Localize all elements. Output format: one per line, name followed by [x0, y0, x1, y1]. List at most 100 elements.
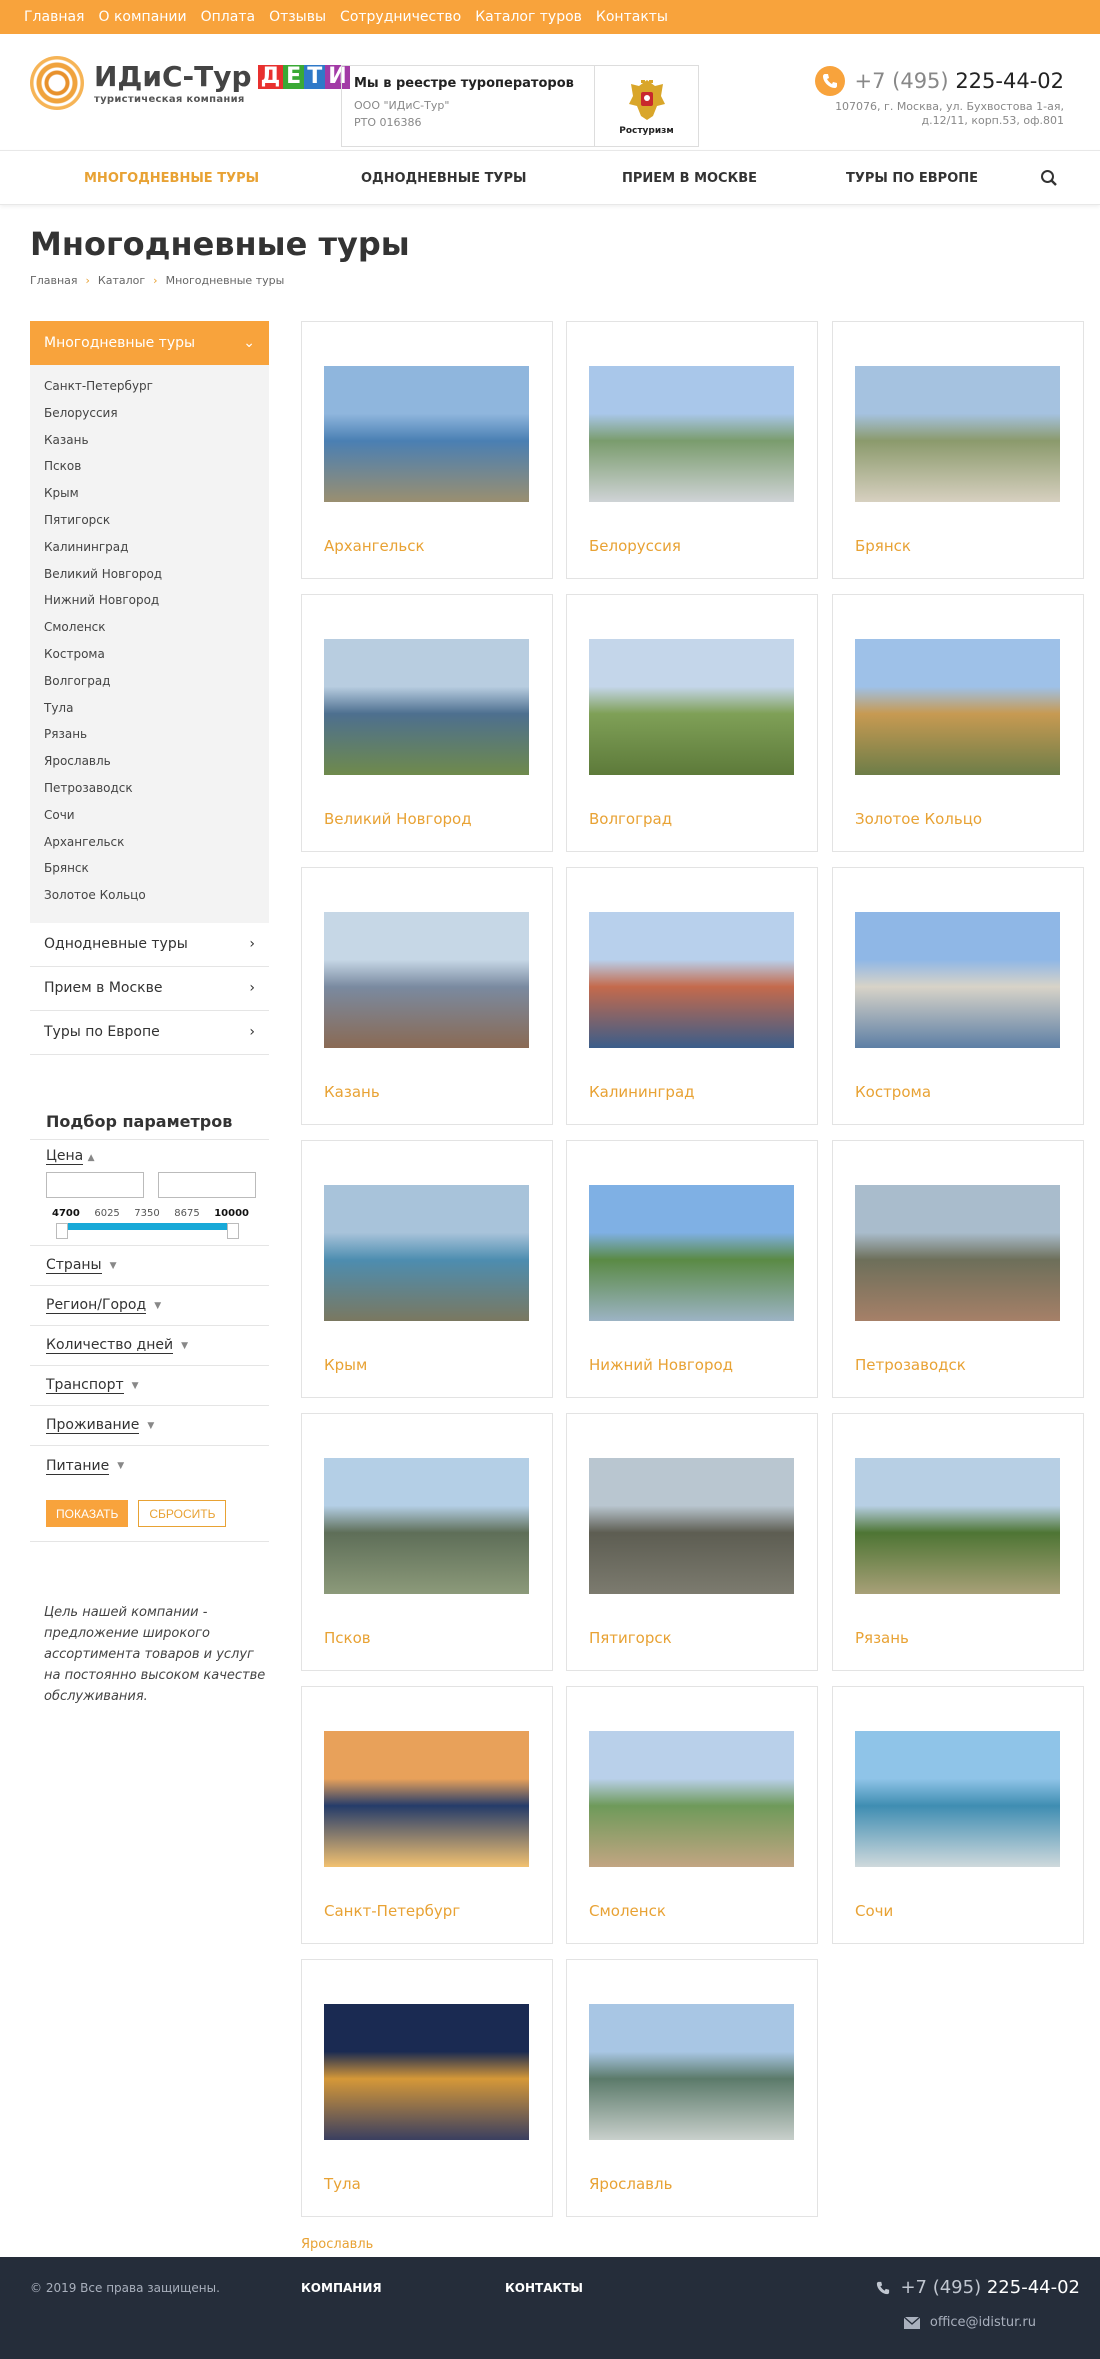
submenu-item[interactable]: Казань: [44, 427, 269, 454]
tour-name[interactable]: Ярославль: [589, 2175, 672, 2193]
tour-name[interactable]: Золотое Кольцо: [855, 810, 982, 828]
submenu-item[interactable]: Крым: [44, 480, 269, 507]
tour-photo[interactable]: [324, 1185, 529, 1321]
tour-photo[interactable]: [324, 1731, 529, 1867]
tour-name[interactable]: Крым: [324, 1356, 367, 1374]
tour-card[interactable]: Брянск: [832, 321, 1084, 579]
footer-nav-company[interactable]: КОМПАНИЯ: [301, 2281, 382, 2295]
tour-card[interactable]: Петрозаводск: [832, 1140, 1084, 1398]
tour-card[interactable]: Казань: [301, 867, 553, 1125]
sidebar-item-multi-day[interactable]: Многодневные туры ⌄: [30, 321, 269, 365]
submenu-item[interactable]: Белоруссия: [44, 400, 269, 427]
tour-name[interactable]: Кострома: [855, 1083, 931, 1101]
submenu-item[interactable]: Рязань: [44, 721, 269, 748]
top-link-payment[interactable]: Оплата: [201, 9, 255, 25]
price-min-input[interactable]: [46, 1172, 144, 1198]
tour-card[interactable]: Смоленск: [566, 1686, 818, 1944]
tour-photo[interactable]: [589, 2004, 794, 2140]
tour-card[interactable]: Золотое Кольцо: [832, 594, 1084, 852]
submenu-item[interactable]: Великий Новгород: [44, 561, 269, 588]
filter-region[interactable]: Регион/Город ▼: [30, 1286, 269, 1326]
tour-photo[interactable]: [589, 639, 794, 775]
tour-photo[interactable]: [324, 639, 529, 775]
tour-card[interactable]: Калининград: [566, 867, 818, 1125]
filter-days[interactable]: Количество дней ▼: [30, 1326, 269, 1366]
price-max-input[interactable]: [158, 1172, 256, 1198]
operator-registry-box[interactable]: Мы в реестре туроператоров ООО "ИДиС-Тур…: [341, 65, 699, 147]
sidebar-item-moscow[interactable]: Прием в Москве ›: [30, 967, 269, 1011]
tour-photo[interactable]: [324, 1458, 529, 1594]
tour-photo[interactable]: [324, 912, 529, 1048]
nav-moscow-reception[interactable]: ПРИЕМ В МОСКВЕ: [622, 151, 757, 206]
tour-name[interactable]: Санкт-Петербург: [324, 1902, 460, 1920]
nav-multi-day-tours[interactable]: МНОГОДНЕВНЫЕ ТУРЫ: [84, 151, 259, 206]
tour-photo[interactable]: [855, 1731, 1060, 1867]
tour-name[interactable]: Архангельск: [324, 537, 425, 555]
submenu-item[interactable]: Псков: [44, 453, 269, 480]
tour-name[interactable]: Рязань: [855, 1629, 909, 1647]
search-icon[interactable]: [1040, 169, 1058, 187]
nav-one-day-tours[interactable]: ОДНОДНЕВНЫЕ ТУРЫ: [361, 151, 526, 206]
breadcrumb-home[interactable]: Главная: [30, 274, 78, 287]
tour-photo[interactable]: [324, 366, 529, 502]
tour-card[interactable]: Великий Новгород: [301, 594, 553, 852]
top-link-reviews[interactable]: Отзывы: [269, 9, 326, 25]
tour-card[interactable]: Псков: [301, 1413, 553, 1671]
tour-name[interactable]: Брянск: [855, 537, 911, 555]
submenu-item[interactable]: Брянск: [44, 855, 269, 882]
tour-card[interactable]: Пятигорск: [566, 1413, 818, 1671]
tour-name[interactable]: Псков: [324, 1629, 371, 1647]
submenu-item[interactable]: Сочи: [44, 802, 269, 829]
tour-card[interactable]: Санкт-Петербург: [301, 1686, 553, 1944]
tour-photo[interactable]: [589, 1185, 794, 1321]
footer-phone[interactable]: +7 (495) 225-44-02: [876, 2277, 1080, 2298]
submenu-item[interactable]: Пятигорск: [44, 507, 269, 534]
reset-button[interactable]: СБРОСИТЬ: [138, 1500, 227, 1527]
sidebar-item-europe[interactable]: Туры по Европе ›: [30, 1011, 269, 1055]
tour-photo[interactable]: [589, 366, 794, 502]
tour-photo[interactable]: [855, 639, 1060, 775]
top-link-about[interactable]: О компании: [98, 9, 186, 25]
tour-card[interactable]: Рязань: [832, 1413, 1084, 1671]
tour-card[interactable]: Тула: [301, 1959, 553, 2217]
tour-photo[interactable]: [855, 912, 1060, 1048]
submenu-item[interactable]: Санкт-Петербург: [44, 373, 269, 400]
submenu-item[interactable]: Тула: [44, 695, 269, 722]
sidebar-item-one-day[interactable]: Однодневные туры ›: [30, 923, 269, 967]
tour-photo[interactable]: [855, 1185, 1060, 1321]
footer-nav-contacts[interactable]: КОНТАКТЫ: [505, 2281, 583, 2295]
tour-name[interactable]: Петрозаводск: [855, 1356, 966, 1374]
tour-photo[interactable]: [324, 2004, 529, 2140]
tour-card[interactable]: Сочи: [832, 1686, 1084, 1944]
submenu-item[interactable]: Архангельск: [44, 829, 269, 856]
top-link-partnership[interactable]: Сотрудничество: [340, 9, 461, 25]
tour-name[interactable]: Пятигорск: [589, 1629, 672, 1647]
tour-card[interactable]: Нижний Новгород: [566, 1140, 818, 1398]
top-link-catalog[interactable]: Каталог туров: [475, 9, 582, 25]
tour-name[interactable]: Нижний Новгород: [589, 1356, 733, 1374]
filter-meals[interactable]: Питание ▼: [30, 1446, 269, 1486]
footer-email[interactable]: office@idistur.ru: [903, 2315, 1036, 2330]
filter-transport[interactable]: Транспорт ▼: [30, 1366, 269, 1406]
tour-name[interactable]: Белоруссия: [589, 537, 681, 555]
tour-card[interactable]: Архангельск: [301, 321, 553, 579]
top-link-home[interactable]: Главная: [24, 9, 84, 25]
submenu-item[interactable]: Калининград: [44, 534, 269, 561]
bottom-link-yaroslavl[interactable]: Ярославль: [301, 2237, 373, 2252]
tour-card[interactable]: Волгоград: [566, 594, 818, 852]
submenu-item[interactable]: Петрозаводск: [44, 775, 269, 802]
tour-name[interactable]: Смоленск: [589, 1902, 666, 1920]
top-link-contacts[interactable]: Контакты: [596, 9, 668, 25]
submenu-item[interactable]: Кострома: [44, 641, 269, 668]
tour-card[interactable]: Ярославль: [566, 1959, 818, 2217]
tour-photo[interactable]: [589, 1458, 794, 1594]
submenu-item[interactable]: Ярославль: [44, 748, 269, 775]
nav-europe-tours[interactable]: ТУРЫ ПО ЕВРОПЕ: [846, 151, 978, 206]
tour-photo[interactable]: [855, 366, 1060, 502]
price-toggle[interactable]: Цена ▲: [30, 1140, 269, 1168]
submenu-item[interactable]: Золотое Кольцо: [44, 882, 269, 909]
tour-name[interactable]: Сочи: [855, 1902, 893, 1920]
tour-photo[interactable]: [855, 1458, 1060, 1594]
price-slider[interactable]: [56, 1223, 239, 1239]
tour-photo[interactable]: [589, 1731, 794, 1867]
